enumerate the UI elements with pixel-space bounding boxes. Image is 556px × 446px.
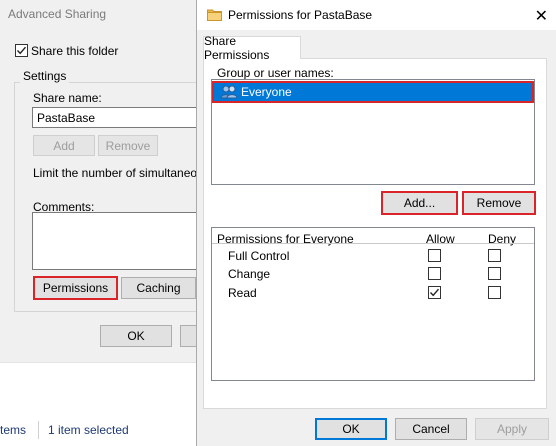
status-divider (38, 421, 39, 439)
remove-button-label: Remove (105, 138, 151, 153)
full-control-allow-checkbox[interactable] (428, 249, 441, 262)
change-allow-checkbox[interactable] (428, 267, 441, 280)
dialog-ok-button[interactable]: OK (315, 418, 387, 440)
permissions-dialog: Permissions for PastaBase ✕ Share Permis… (196, 0, 556, 446)
permission-read-label: Read (228, 286, 257, 300)
read-allow-checkbox[interactable] (428, 286, 441, 299)
check-icon (16, 46, 27, 55)
dialog-apply-button[interactable]: Apply (475, 418, 549, 440)
caching-button[interactable]: Caching (121, 277, 196, 299)
permissions-button[interactable]: Permissions (33, 276, 118, 300)
users-list[interactable]: Everyone (211, 79, 535, 185)
explorer-status-bar: tems 1 item selected (0, 362, 196, 446)
remove-button[interactable]: Remove (98, 135, 158, 156)
table-header-divider (212, 243, 534, 244)
permission-full-control-label: Full Control (228, 249, 290, 263)
users-icon (220, 85, 238, 99)
share-name-label: Share name: (33, 91, 102, 105)
dialog-cancel-label: Cancel (412, 422, 450, 436)
cancel-button-partial[interactable] (180, 325, 196, 347)
window-title: Advanced Sharing (8, 7, 107, 21)
remove-user-button[interactable]: Remove (462, 191, 536, 215)
share-this-folder-label: Share this folder (31, 44, 119, 58)
limit-users-label: Limit the number of simultaneous u (33, 166, 196, 180)
settings-group-label: Settings (20, 69, 70, 83)
share-name-value: PastaBase (37, 111, 96, 125)
add-button[interactable]: Add (33, 135, 95, 156)
folder-icon (207, 9, 222, 21)
comments-textarea[interactable] (32, 212, 196, 270)
advanced-sharing-window: Advanced Sharing Share this folder Setti… (0, 0, 196, 362)
caching-button-label: Caching (136, 281, 181, 295)
dialog-ok-label: OK (342, 422, 360, 436)
ok-button[interactable]: OK (100, 325, 172, 347)
items-count-label: tems (0, 423, 27, 437)
check-icon (429, 288, 440, 297)
group-names-label: Group or user names: (217, 66, 334, 80)
tab-label: Share Permissions (204, 34, 270, 62)
share-this-folder-checkbox[interactable] (15, 44, 28, 57)
remove-user-button-label: Remove (476, 196, 522, 210)
dialog-title: Permissions for PastaBase (228, 8, 373, 22)
change-deny-checkbox[interactable] (488, 267, 501, 280)
share-name-input[interactable]: PastaBase (32, 107, 196, 128)
dialog-titlebar: Permissions for PastaBase ✕ (197, 0, 556, 30)
tab-share-permissions[interactable]: Share Permissions (203, 34, 301, 62)
dialog-apply-label: Apply (496, 422, 528, 436)
dialog-cancel-button[interactable]: Cancel (395, 418, 467, 440)
selection-count-label: 1 item selected (48, 423, 129, 437)
permission-change-label: Change (228, 267, 271, 281)
list-item-everyone[interactable]: Everyone (212, 81, 534, 103)
full-control-deny-checkbox[interactable] (488, 249, 501, 262)
close-icon[interactable]: ✕ (535, 6, 548, 26)
ok-button-label: OK (127, 329, 145, 343)
add-button-label: Add (53, 138, 75, 153)
permissions-button-label: Permissions (42, 281, 109, 295)
read-deny-checkbox[interactable] (488, 286, 501, 299)
user-name: Everyone (241, 85, 292, 99)
add-user-button-label: Add... (403, 196, 436, 210)
add-user-button[interactable]: Add... (381, 191, 458, 215)
